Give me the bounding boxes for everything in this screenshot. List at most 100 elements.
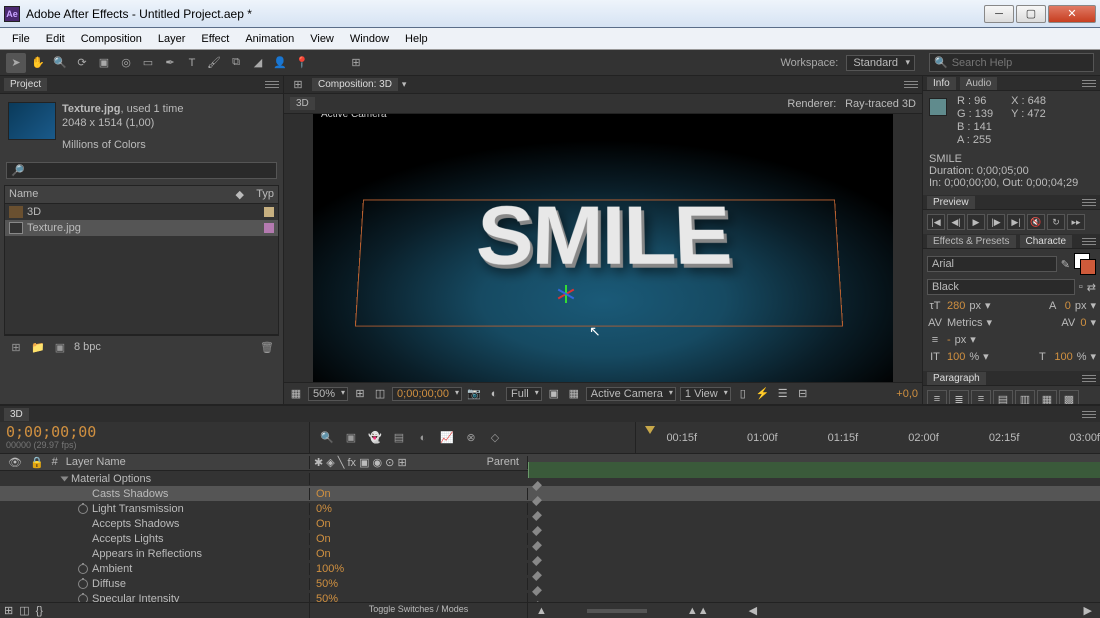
folder-icon[interactable]: 📁: [30, 339, 46, 355]
vscale-value[interactable]: 100: [947, 351, 965, 363]
panel-menu-icon[interactable]: [1082, 371, 1096, 385]
menu-window[interactable]: Window: [342, 33, 397, 45]
snapshot-icon[interactable]: 📷: [466, 386, 482, 402]
stopwatch-icon[interactable]: [78, 579, 88, 589]
tab-audio[interactable]: Audio: [960, 77, 998, 90]
menu-layer[interactable]: Layer: [150, 33, 194, 45]
scroll-right-icon[interactable]: ▶: [1084, 604, 1092, 617]
property-row[interactable]: Light Transmission0%: [0, 501, 1100, 516]
puppet-tool-icon[interactable]: 📍: [292, 53, 312, 73]
property-row[interactable]: Specular Intensity50%: [0, 591, 1100, 602]
selection-bbox[interactable]: [355, 199, 843, 326]
property-row[interactable]: Ambient100%: [0, 561, 1100, 576]
pixel-aspect-icon[interactable]: ▯: [735, 386, 751, 402]
stopwatch-icon[interactable]: [78, 504, 88, 514]
label-icon[interactable]: ◆: [236, 188, 244, 201]
menu-view[interactable]: View: [302, 33, 342, 45]
prev-frame-button[interactable]: ◀|: [947, 214, 965, 230]
fill-stroke-swatch[interactable]: [1074, 253, 1096, 275]
pan-behind-tool-icon[interactable]: ◎: [116, 53, 136, 73]
menu-edit[interactable]: Edit: [38, 33, 73, 45]
transparency-icon[interactable]: ▦: [566, 386, 582, 402]
motion-blur-icon[interactable]: ◐: [412, 428, 434, 448]
roto-tool-icon[interactable]: 👤: [270, 53, 290, 73]
menu-help[interactable]: Help: [397, 33, 436, 45]
current-time-indicator[interactable]: [642, 422, 654, 454]
font-size-value[interactable]: 280: [947, 300, 965, 312]
search-input[interactable]: [952, 57, 1089, 69]
property-row[interactable]: Casts ShadowsOn: [0, 486, 1100, 501]
col-layer-name[interactable]: Layer Name: [66, 456, 126, 469]
expand-icon[interactable]: ⊞: [4, 604, 13, 617]
property-value[interactable]: On: [316, 488, 331, 500]
magnify-icon[interactable]: ▦: [288, 386, 304, 402]
camera-dropdown[interactable]: Active Camera: [586, 387, 676, 401]
toggle-switches-button[interactable]: Toggle Switches / Modes: [310, 603, 528, 618]
pen-tool-icon[interactable]: ✒: [160, 53, 180, 73]
brush-tool-icon[interactable]: 🖌: [204, 53, 224, 73]
project-item-comp[interactable]: 3D: [5, 204, 278, 220]
panel-menu-icon[interactable]: [1082, 234, 1096, 248]
property-value[interactable]: 50%: [316, 578, 338, 590]
frame-blend-icon[interactable]: ▤: [388, 428, 410, 448]
zoom-tool-icon[interactable]: 🔍: [50, 53, 70, 73]
workspace-dropdown[interactable]: Standard: [846, 55, 915, 71]
selection-tool-icon[interactable]: ➤: [6, 53, 26, 73]
font-style-dropdown[interactable]: Black: [927, 279, 1075, 295]
lock-icon[interactable]: 🔒: [30, 456, 44, 469]
panel-menu-icon[interactable]: [1082, 76, 1096, 90]
composition-viewport[interactable]: Active Camera SMILE ↖: [284, 114, 922, 382]
grid-icon[interactable]: ⊞: [352, 386, 368, 402]
time-display[interactable]: 0;00;00;00: [392, 387, 462, 401]
timeline-icon[interactable]: ☰: [775, 386, 791, 402]
tab-composition[interactable]: Composition: 3D: [312, 78, 398, 91]
minimize-button[interactable]: ─: [984, 5, 1014, 23]
auto-keyframe-icon[interactable]: ◇: [484, 428, 506, 448]
time-ruler[interactable]: 00:15f 01:00f 01:15f 02:00f 02:15f 03:00…: [636, 422, 1100, 453]
renderer-value[interactable]: Ray-traced 3D: [845, 98, 916, 110]
panel-menu-icon[interactable]: [265, 78, 279, 92]
snap-icon[interactable]: ⊞: [346, 53, 366, 73]
timeline-tab[interactable]: 3D: [4, 408, 29, 421]
property-value[interactable]: On: [316, 518, 331, 530]
property-row[interactable]: Appears in ReflectionsOn: [0, 546, 1100, 561]
stopwatch-icon[interactable]: [78, 564, 88, 574]
play-button[interactable]: ▶: [967, 214, 985, 230]
next-frame-button[interactable]: |▶: [987, 214, 1005, 230]
maximize-button[interactable]: ▢: [1016, 5, 1046, 23]
search-layer-icon[interactable]: 🔍: [316, 428, 338, 448]
col-name[interactable]: Name: [9, 188, 236, 201]
mute-button[interactable]: 🔇: [1027, 214, 1045, 230]
zoom-out-icon[interactable]: ▲: [536, 605, 547, 617]
zoom-dropdown[interactable]: 50%: [308, 387, 348, 401]
swap-icon[interactable]: ⇄: [1087, 281, 1096, 294]
panel-menu-icon[interactable]: [904, 78, 918, 92]
kerning-value[interactable]: Metrics: [947, 317, 982, 329]
ram-preview-button[interactable]: ▸▸: [1067, 214, 1085, 230]
clone-tool-icon[interactable]: ⧉: [226, 53, 246, 73]
menu-composition[interactable]: Composition: [73, 33, 150, 45]
tab-preview[interactable]: Preview: [927, 196, 975, 209]
search-help[interactable]: 🔍: [929, 53, 1094, 72]
property-value[interactable]: 100%: [316, 563, 344, 575]
tab-project[interactable]: Project: [4, 78, 47, 91]
zoom-slider[interactable]: [587, 609, 647, 613]
loop-button[interactable]: ↻: [1047, 214, 1065, 230]
new-comp-icon[interactable]: ▣: [52, 339, 68, 355]
property-value[interactable]: 0%: [316, 503, 332, 515]
close-button[interactable]: ✕: [1048, 5, 1096, 23]
tab-paragraph[interactable]: Paragraph: [927, 372, 986, 385]
eyedropper-icon[interactable]: ✎: [1061, 258, 1070, 271]
fast-preview-icon[interactable]: ⚡: [755, 386, 771, 402]
views-dropdown[interactable]: 1 View: [680, 387, 731, 401]
project-search-input[interactable]: [25, 165, 272, 177]
menu-animation[interactable]: Animation: [237, 33, 302, 45]
property-value[interactable]: 50%: [316, 593, 338, 603]
comp-mini-icon[interactable]: ▣: [340, 428, 362, 448]
comp-flowchart-icon[interactable]: ⊞: [288, 75, 308, 95]
brainstorm-icon[interactable]: ⊗: [460, 428, 482, 448]
last-frame-button[interactable]: ▶|: [1007, 214, 1025, 230]
menu-file[interactable]: File: [4, 33, 38, 45]
channel-icon[interactable]: ◐: [486, 386, 502, 402]
timecode-display[interactable]: 0;00;00;00 00000 (29.97 fps): [0, 422, 310, 453]
